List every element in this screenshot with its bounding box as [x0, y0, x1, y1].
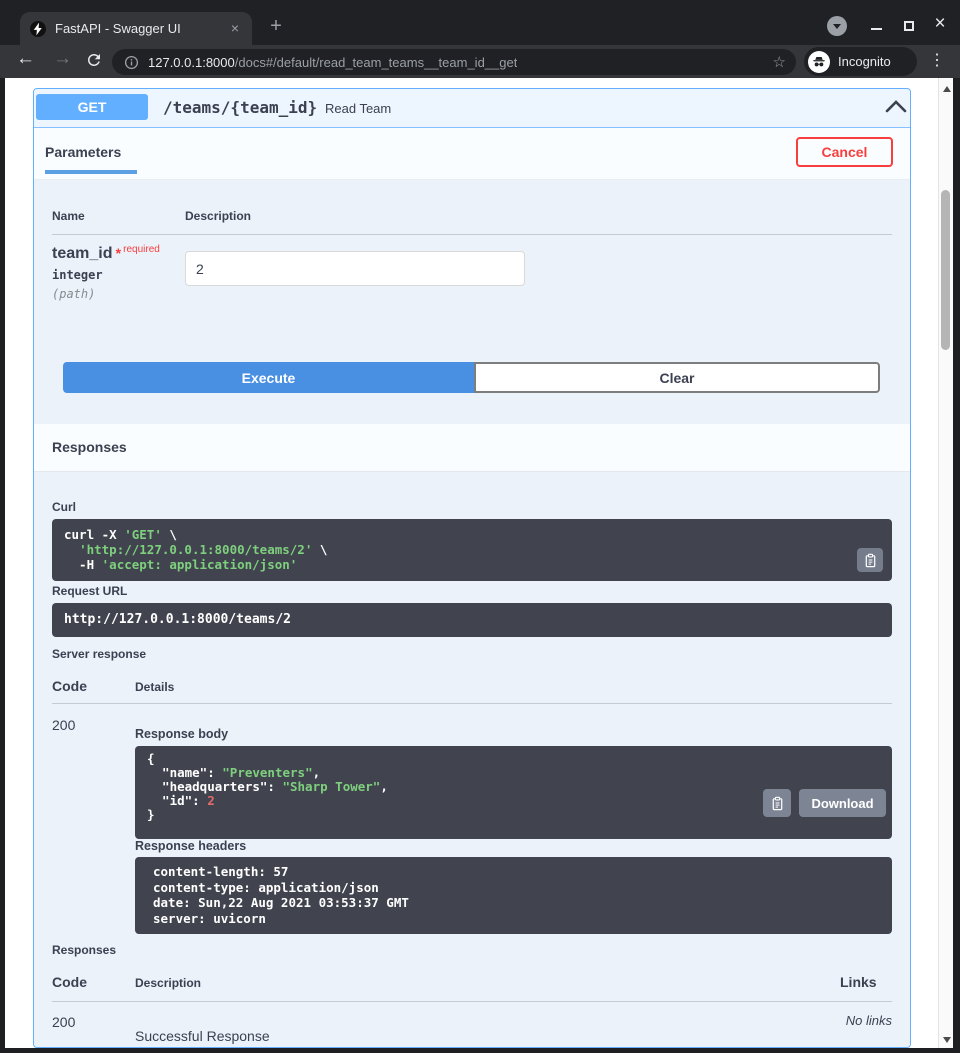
responses-section-title: Responses — [52, 439, 127, 455]
curl-line: 'http://127.0.0.1:8000/teams/2' \ — [64, 542, 880, 557]
doc-response-code: 200 — [52, 1014, 75, 1030]
endpoint-path: /teams/{team_id} — [163, 98, 317, 117]
header-line: server: uvicorn — [153, 911, 874, 927]
window-close-button[interactable]: × — [928, 11, 952, 37]
copy-curl-button[interactable] — [857, 548, 883, 572]
cancel-button[interactable]: Cancel — [796, 137, 893, 167]
response-body-label: Response body — [135, 727, 228, 741]
divider — [52, 703, 892, 704]
header-line: date: Sun,22 Aug 2021 03:53:37 GMT — [153, 895, 874, 911]
code-header: Code — [52, 678, 87, 694]
clear-button[interactable]: Clear — [474, 362, 880, 393]
tab-parameters[interactable]: Parameters — [45, 144, 121, 160]
tab-active-underline — [45, 170, 137, 174]
minimize-button[interactable] — [866, 16, 886, 36]
execute-button[interactable]: Execute — [63, 362, 474, 393]
request-url-value: http://127.0.0.1:8000/teams/2 — [52, 603, 892, 637]
param-name: team_id *required — [52, 244, 160, 263]
incognito-label: Incognito — [838, 54, 891, 69]
incognito-badge: Incognito — [804, 47, 917, 76]
url-text: 127.0.0.1:8000/docs#/default/read_team_t… — [148, 55, 517, 70]
details-header: Details — [135, 680, 174, 694]
tab-title: FastAPI - Swagger UI — [55, 21, 181, 36]
server-response-label: Server response — [52, 647, 146, 661]
curl-line: -H 'accept: application/json' — [64, 557, 880, 572]
minimize-icon — [871, 28, 882, 30]
bookmark-star-icon[interactable]: ☆ — [773, 53, 786, 71]
doc-response-links: No links — [846, 1013, 892, 1028]
header-line: content-type: application/json — [153, 880, 874, 896]
incognito-icon — [808, 51, 830, 73]
param-name-header: Name — [52, 209, 85, 223]
tab-strip: FastAPI - Swagger UI × + × — [0, 0, 960, 45]
header-line: content-length: 57 — [153, 864, 874, 880]
divider — [52, 234, 892, 235]
copy-response-button[interactable] — [763, 789, 791, 817]
doc-description-header: Description — [135, 976, 201, 990]
response-headers-label: Response headers — [135, 839, 246, 853]
doc-response-description: Successful Response — [135, 1028, 270, 1044]
endpoint-summary: Read Team — [325, 101, 391, 116]
json-line: "name": "Preventers", — [147, 766, 880, 780]
browser-tab[interactable]: FastAPI - Swagger UI × — [20, 12, 252, 45]
fastapi-favicon-icon — [30, 21, 46, 37]
search-tabs-button[interactable] — [827, 16, 847, 36]
chevron-down-icon — [833, 24, 841, 29]
param-description-header: Description — [185, 209, 251, 223]
browser-menu-button[interactable]: ⋮ — [929, 50, 945, 70]
forward-button[interactable]: → — [53, 48, 72, 70]
curl-line: curl -X 'GET' \ — [64, 527, 880, 542]
curl-command: curl -X 'GET' \ 'http://127.0.0.1:8000/t… — [52, 519, 892, 581]
method-badge: GET — [36, 94, 148, 120]
url-host: 127.0.0.1:8000 — [148, 55, 235, 70]
url-path: /docs#/default/read_team_teams__team_id_… — [235, 55, 518, 70]
new-tab-button[interactable]: + — [264, 15, 288, 39]
required-asterisk: * — [116, 245, 121, 261]
doc-code-header: Code — [52, 974, 87, 990]
maximize-button[interactable] — [899, 16, 919, 36]
response-headers: content-length: 57content-type: applicat… — [135, 857, 892, 934]
responses-header-band — [34, 424, 910, 472]
parameters-header-band — [34, 128, 910, 180]
url-bar[interactable]: 127.0.0.1:8000/docs#/default/read_team_t… — [112, 49, 796, 75]
team-id-input[interactable] — [185, 251, 525, 286]
param-location: (path) — [52, 287, 95, 301]
tab-close-icon[interactable]: × — [227, 20, 243, 36]
reload-button[interactable] — [85, 51, 103, 69]
site-info-icon[interactable] — [124, 55, 139, 70]
curl-label: Curl — [52, 500, 76, 514]
doc-links-header: Links — [840, 974, 877, 990]
scrollbar-up-arrow[interactable] — [943, 86, 951, 92]
browser-window: FastAPI - Swagger UI × + × ← → 127.0.0.1… — [0, 0, 960, 1053]
scrollbar-down-arrow[interactable] — [943, 1037, 951, 1043]
request-url-label: Request URL — [52, 584, 127, 598]
required-label: required — [123, 244, 160, 255]
download-button[interactable]: Download — [799, 789, 886, 817]
scrollbar-thumb[interactable] — [941, 190, 950, 350]
collapse-chevron-icon[interactable] — [884, 98, 908, 114]
param-type: integer — [52, 268, 103, 282]
divider — [52, 1001, 892, 1002]
back-button[interactable]: ← — [16, 48, 35, 70]
response-code: 200 — [52, 717, 75, 733]
json-line: { — [147, 752, 880, 766]
doc-responses-label: Responses — [52, 943, 116, 957]
maximize-icon — [904, 21, 914, 31]
